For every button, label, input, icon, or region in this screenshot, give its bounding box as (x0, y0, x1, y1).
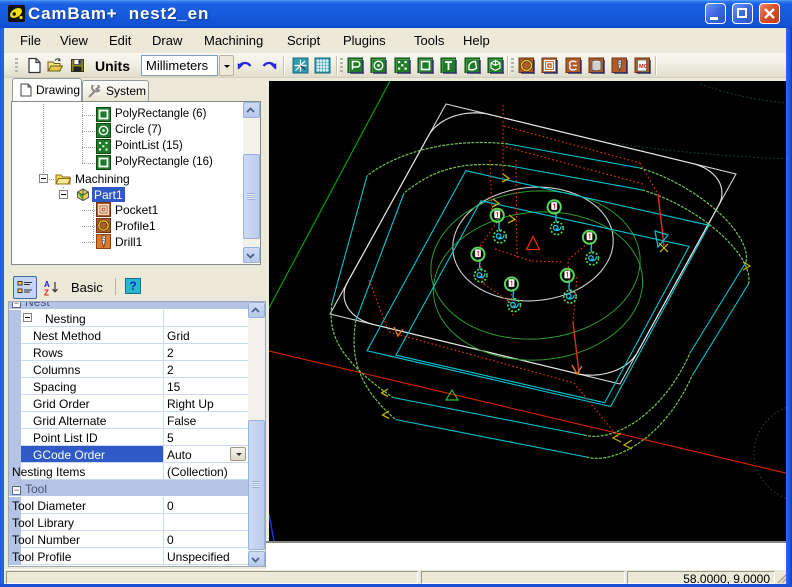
svg-text:Z: Z (44, 289, 49, 297)
svg-text:MC: MC (639, 64, 648, 70)
